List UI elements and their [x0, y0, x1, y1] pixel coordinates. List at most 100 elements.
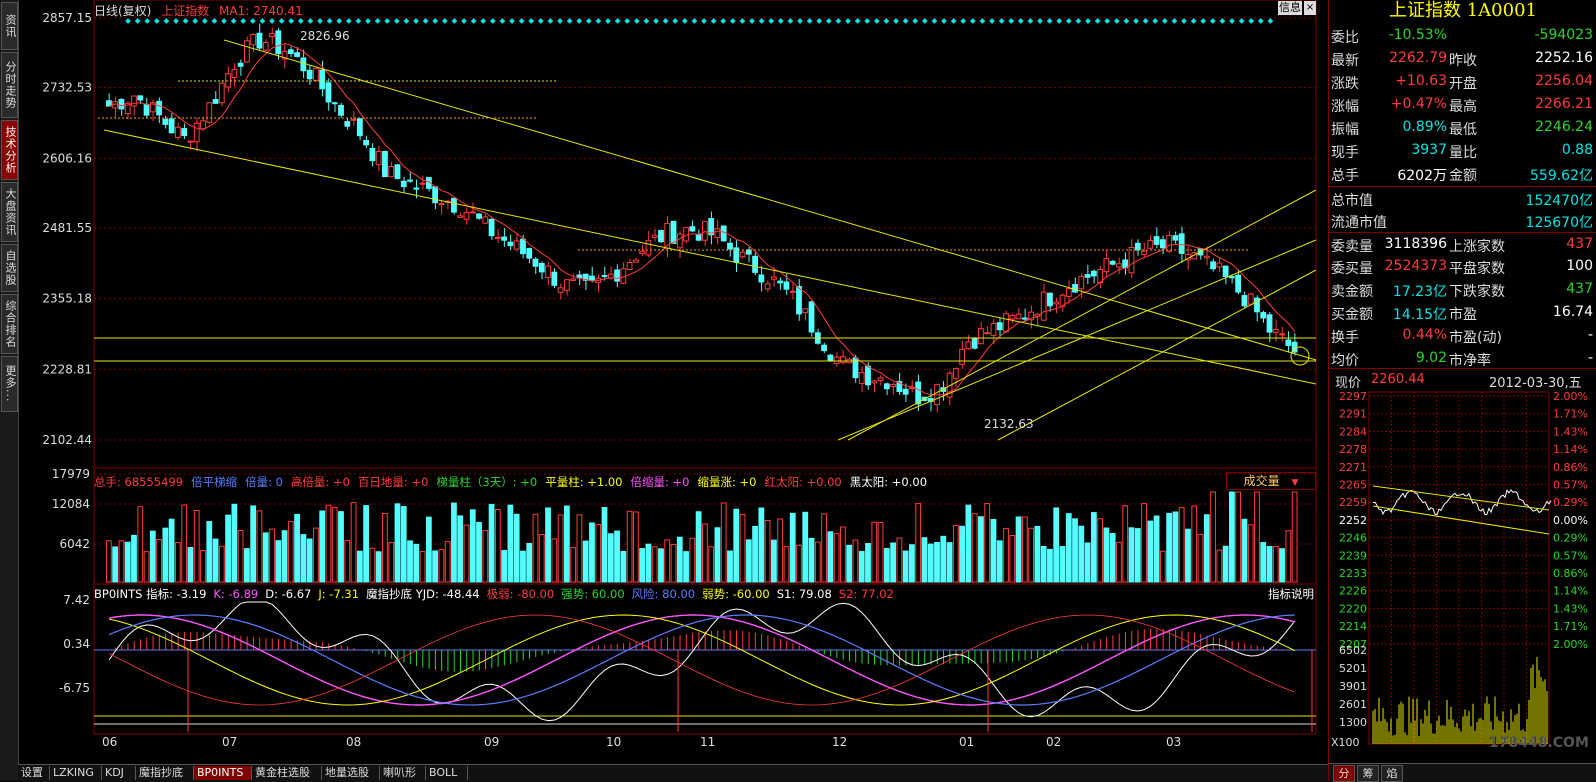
volume-bar — [112, 546, 119, 583]
volume-bar — [626, 510, 633, 583]
quote-tab-2[interactable]: 焰 — [1381, 765, 1403, 782]
candle-body — [871, 380, 878, 384]
candle-body — [432, 186, 439, 204]
info-button[interactable]: 信息 — [1278, 1, 1302, 15]
volume-bar — [1260, 542, 1267, 583]
bottom-tab-5[interactable]: 黄金柱选股 — [252, 766, 322, 780]
bottom-tab-6[interactable]: 地量选股 — [322, 766, 380, 780]
volume-bar — [300, 534, 307, 583]
volume-bar — [1021, 516, 1028, 583]
candle-body — [796, 286, 802, 315]
left-tab-0[interactable]: 资讯 — [1, 2, 18, 50]
quote-tab-1[interactable]: 筹 — [1357, 765, 1379, 782]
signal-diamond — [1190, 18, 1197, 24]
candle-body — [676, 233, 683, 249]
volume-bar — [1078, 525, 1085, 583]
quote-label: 平盘家数 — [1449, 261, 1505, 277]
candle-body — [1065, 288, 1072, 297]
signal-diamond — [1267, 18, 1274, 24]
volume-bar — [331, 507, 338, 583]
volume-bar — [771, 539, 777, 583]
signal-diamond — [1065, 18, 1072, 24]
intraday-minichart[interactable]: 2297 2.00% 2291 1.71% 2284 1.43% 2278 1.14% 2271… — [1329, 390, 1596, 750]
candle-body — [187, 140, 194, 143]
candle-body — [570, 278, 577, 281]
minichart-pct-label: 0.00% — [1553, 514, 1588, 527]
quote-row: 涨跌 +10.63 开盘 2256.04 — [1329, 70, 1596, 93]
quote-value: 2256.04 — [1535, 73, 1593, 89]
candle-body — [551, 271, 558, 286]
signal-diamond — [422, 18, 429, 24]
volume-dropdown[interactable]: 成交量 ▼ — [1226, 472, 1316, 490]
volume-bar — [676, 536, 683, 583]
volume-bar — [375, 551, 382, 583]
volume-bar — [432, 550, 439, 583]
oscillator-line — [109, 614, 1296, 706]
volume-bar — [275, 540, 282, 583]
volume-bar — [325, 504, 332, 583]
bottom-tab-1[interactable]: LZKING — [50, 766, 102, 780]
volume-legend-item: 倍量: 0 — [245, 475, 283, 489]
volume-bar — [1228, 491, 1235, 583]
minichart-pct-label: 0.86% — [1553, 461, 1588, 474]
indicator-help-link[interactable]: 指标说明 — [1268, 586, 1314, 602]
close-icon[interactable]: × — [1304, 1, 1316, 15]
volume-bar — [520, 550, 526, 583]
left-tab-6[interactable]: 更多... — [1, 356, 18, 412]
bottom-tab-8[interactable]: BOLL — [426, 766, 468, 780]
signal-diamond — [557, 18, 563, 24]
volume-bar — [1241, 518, 1248, 583]
oscillator-line — [109, 614, 1296, 706]
kline-chart[interactable]: 2857.15 2732.53 2606.16 2481.55 2355.18 2228.… — [18, 0, 1328, 764]
volume-bar — [840, 526, 846, 583]
volume-bar — [1210, 491, 1216, 583]
volume-bar — [1059, 546, 1066, 583]
volume-bar — [118, 540, 125, 583]
minichart-vol-label: 5201 — [1339, 662, 1367, 675]
indicator-legend: BP0INTS 指标: -3.19 K: -6.89 D: -6.67 J: -7.3… — [94, 586, 901, 602]
candle-body — [858, 372, 865, 385]
bottom-tab-7[interactable]: 喇叭形 — [380, 766, 426, 780]
bottom-tab-4[interactable]: BP0INTS — [194, 766, 252, 780]
candle-body — [244, 40, 250, 63]
quote-label: 卖金额 — [1331, 284, 1373, 300]
volume-bar — [294, 513, 300, 583]
signal-diamond — [739, 18, 746, 24]
indicator-legend-item: BP0INTS 指标: -3.19 — [94, 587, 207, 601]
quote-value: 152470亿 — [1525, 193, 1593, 209]
volume-bar — [607, 533, 614, 583]
volume-bar — [244, 548, 250, 583]
volume-bar — [419, 550, 426, 583]
candle-body — [645, 240, 652, 256]
signal-diamond — [989, 18, 995, 24]
indicator-legend-item: S1: 79.08 — [776, 587, 832, 601]
volume-bar — [507, 504, 514, 583]
quote-label: 现手 — [1331, 145, 1359, 161]
indicator-legend-item: K: -6.89 — [213, 587, 259, 601]
left-tab-1[interactable]: 分时走势 — [1, 52, 18, 118]
market-cap-row: 总市值 152470亿 — [1329, 186, 1596, 210]
minichart-pct-label: 2.00% — [1553, 390, 1588, 403]
volume-bar — [1028, 527, 1035, 583]
volume-bar — [187, 547, 194, 583]
left-tab-3[interactable]: 大盘资讯 — [1, 182, 18, 242]
bottom-tab-2[interactable]: KDJ — [102, 766, 136, 780]
now-price-value: 2260.44 — [1371, 372, 1425, 387]
quote-label: 委买量 — [1331, 261, 1373, 277]
bottom-tab-3[interactable]: 魔指抄底 — [136, 766, 194, 780]
left-tab-2[interactable]: 技术分析 — [1, 120, 18, 180]
candle-body — [626, 261, 633, 271]
signal-diamond — [912, 18, 919, 24]
volume-bar — [231, 503, 238, 583]
left-tab-4[interactable]: 自选股 — [1, 244, 18, 292]
volume-bar — [1203, 514, 1210, 583]
left-tab-5[interactable]: 综合排名 — [1, 294, 18, 354]
high-annotation: 2826.96 — [300, 29, 350, 43]
quote-tab-0[interactable]: 分 — [1333, 765, 1355, 782]
signal-diamond — [605, 18, 611, 24]
candle-body — [1247, 293, 1254, 305]
signal-diamond — [182, 18, 189, 24]
volume-bar — [789, 512, 796, 583]
bottom-tab-0[interactable]: 设置 — [18, 766, 50, 780]
candle-body — [382, 151, 388, 178]
